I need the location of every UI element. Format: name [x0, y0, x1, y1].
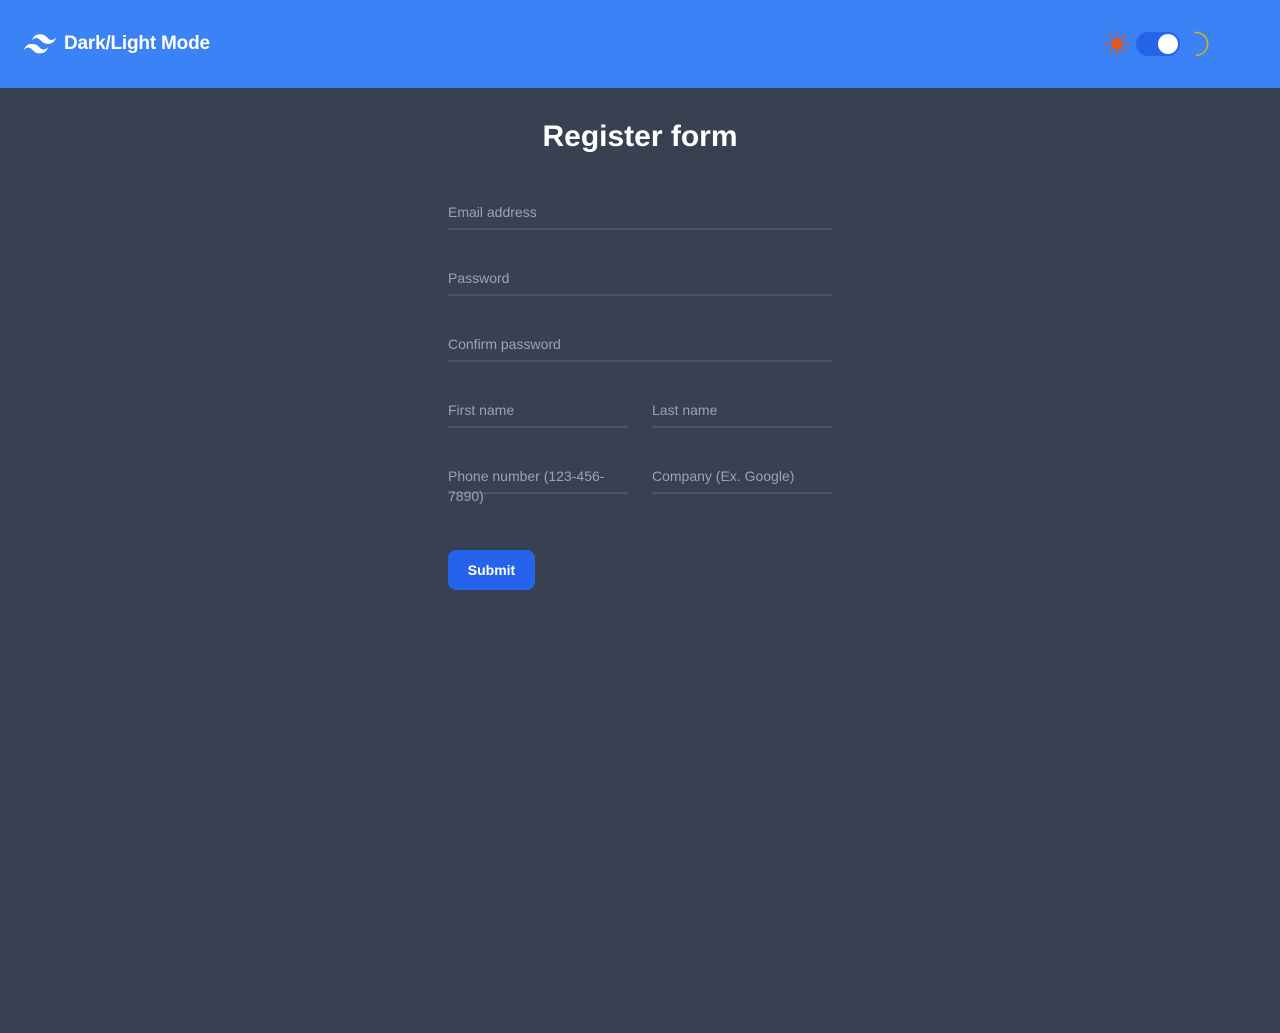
toggle-knob: [1158, 34, 1178, 54]
first-name-input[interactable]: [448, 388, 628, 426]
tailwind-logo-icon: [24, 34, 56, 54]
page-title: Register form: [542, 120, 738, 153]
last-name-field: Last name: [652, 388, 832, 428]
last-name-input[interactable]: [652, 388, 832, 426]
navbar: Dark/Light Mode: [0, 0, 1280, 88]
password-input[interactable]: [448, 256, 832, 294]
company-field: Company (Ex. Google): [652, 454, 832, 494]
email-input[interactable]: [448, 190, 832, 228]
phone-input[interactable]: [448, 454, 628, 492]
brand-link[interactable]: Dark/Light Mode: [24, 30, 210, 58]
theme-toggle[interactable]: [1102, 28, 1210, 60]
first-name-field: First name: [448, 388, 628, 428]
password-field: Password: [448, 256, 832, 296]
app-title: Dark/Light Mode: [64, 33, 210, 54]
confirm-password-input[interactable]: [448, 322, 832, 360]
email-field: Email address: [448, 190, 832, 230]
submit-button[interactable]: Submit: [448, 550, 535, 590]
dark-mode-toggle-switch[interactable]: [1136, 32, 1180, 56]
phone-field: Phone number (123-456-7890): [448, 454, 628, 504]
moon-icon: [1193, 31, 1209, 56]
company-input[interactable]: [652, 454, 832, 492]
sun-icon: [1104, 31, 1130, 57]
confirm-password-field: Confirm password: [448, 322, 832, 362]
